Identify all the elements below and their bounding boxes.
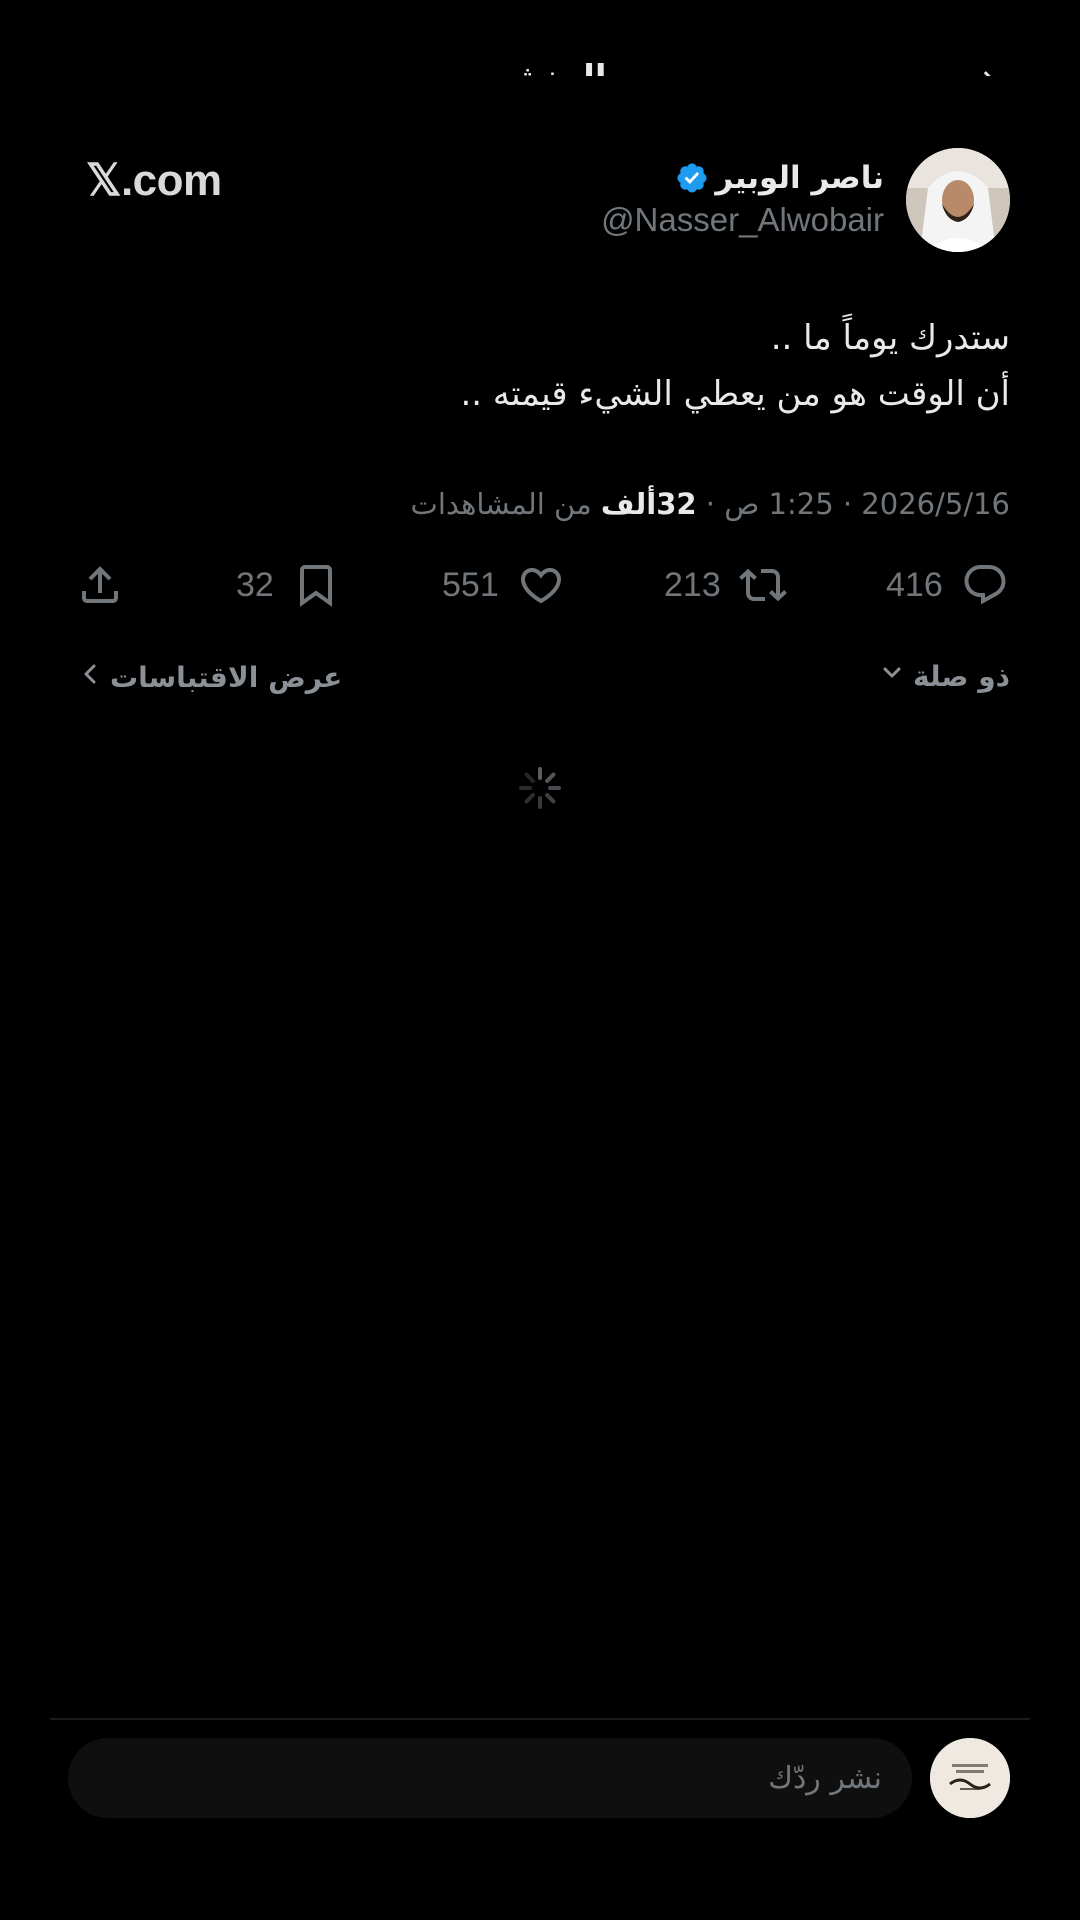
bookmark-button[interactable]: 32 (236, 555, 340, 615)
tweet-text: ستدرك يوماً ما .. أن الوقت هو من يعطي ال… (110, 310, 1011, 422)
like-button[interactable]: 551 (442, 555, 565, 615)
author-handle[interactable]: @Nasser_Alwobair (601, 198, 884, 242)
bookmark-icon (292, 561, 340, 609)
related-sort-label: ذو صلة (913, 660, 1010, 693)
comment-icon (961, 561, 1009, 609)
tweet-author[interactable]: ناصر الوبير @Nasser_Alwobair (601, 148, 1010, 252)
x-com-watermark: 𝕏.com (86, 156, 222, 205)
author-avatar[interactable] (906, 148, 1010, 252)
tweet-date: 2026/5/16 (861, 487, 1010, 521)
reply-divider (50, 1718, 1030, 1720)
tweet-line-1: ستدرك يوماً ما .. (770, 318, 1010, 358)
meta-separator-2: · (696, 487, 725, 521)
related-row: عرض الاقتباسات ذو صلة (80, 660, 1010, 704)
share-icon (76, 561, 124, 609)
repost-count: 213 (664, 565, 721, 604)
heart-icon (517, 561, 565, 609)
meta-separator-1: · (833, 487, 862, 521)
like-count: 551 (442, 565, 499, 604)
verified-badge-icon (675, 161, 709, 195)
share-button[interactable] (76, 555, 124, 615)
author-name[interactable]: ناصر الوبير (715, 158, 884, 198)
bookmark-count: 32 (236, 565, 274, 604)
views-label: من المشاهدات (410, 487, 592, 521)
header-title: المنشور (470, 58, 607, 98)
view-quotes-label: عرض الاقتباسات (110, 661, 343, 694)
reply-count: 416 (886, 565, 943, 604)
repost-button[interactable]: 213 (664, 555, 787, 615)
author-text: ناصر الوبير @Nasser_Alwobair (601, 158, 884, 242)
tweet-actions: 32 551 213 416 (70, 555, 1010, 615)
chevron-down-icon (879, 660, 905, 693)
current-user-avatar[interactable] (930, 1738, 1010, 1818)
related-sort-dropdown[interactable]: ذو صلة (879, 660, 1010, 693)
chevron-left-icon (80, 660, 100, 695)
view-quotes-link[interactable]: عرض الاقتباسات (80, 660, 342, 695)
tweet-line-2: أن الوقت هو من يعطي الشيء قيمته .. (460, 374, 1011, 414)
reply-button[interactable]: 416 (886, 555, 1009, 615)
top-header: المنشور → (0, 58, 1080, 98)
back-arrow-icon[interactable]: → (966, 58, 995, 76)
reply-input[interactable] (68, 1738, 912, 1818)
tweet-time: 1:25 ص (724, 487, 834, 521)
author-name-row: ناصر الوبير (675, 158, 884, 198)
loading-spinner-icon (518, 766, 562, 810)
repost-icon (738, 561, 787, 609)
views-count[interactable]: 32ألف (601, 487, 697, 521)
tweet-meta: 2026/5/16 · 1:25 ص · 32ألف من المشاهدات (411, 484, 1010, 524)
